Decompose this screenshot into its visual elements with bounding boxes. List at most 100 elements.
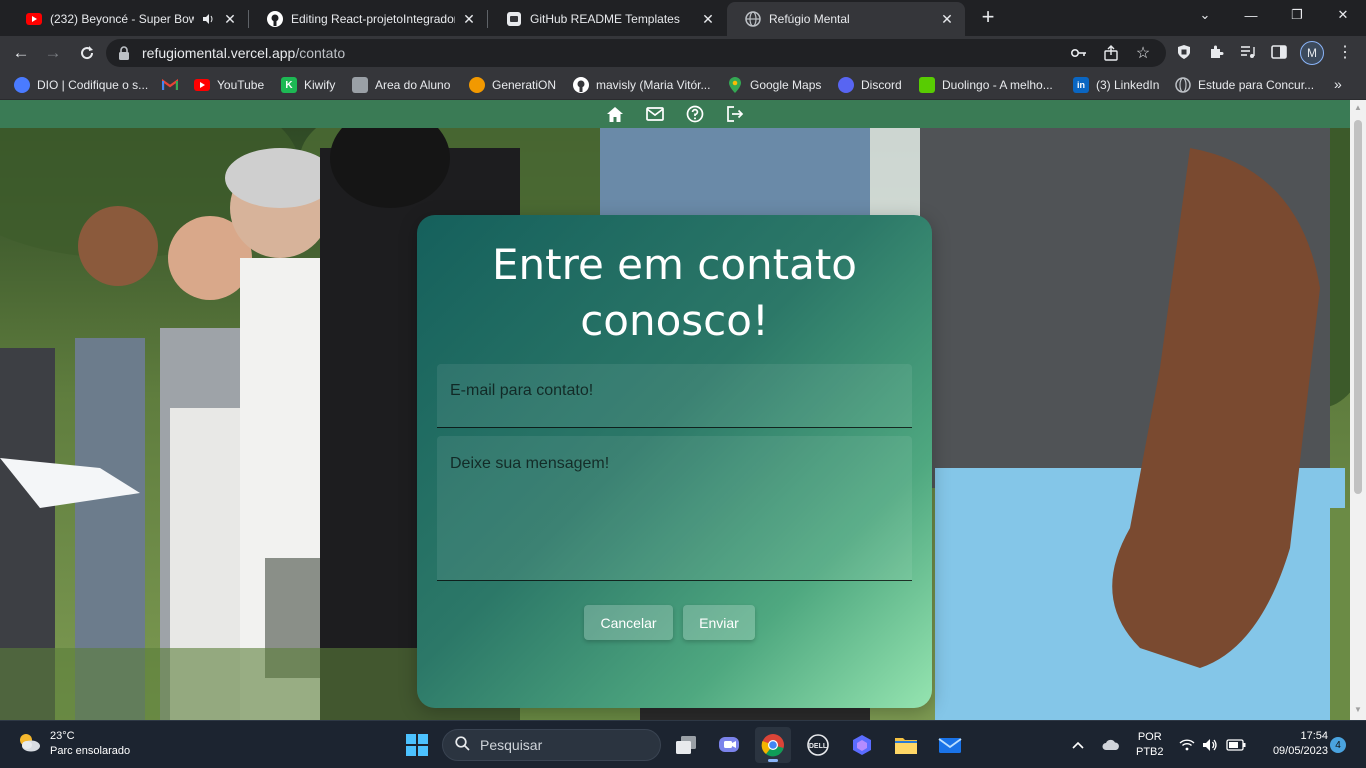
- youtube-icon: [26, 11, 42, 27]
- tab-close-icon[interactable]: ✕: [939, 11, 955, 27]
- help-icon[interactable]: [685, 104, 705, 124]
- url-path: /contato: [295, 45, 346, 61]
- tab-close-icon[interactable]: ✕: [700, 11, 716, 27]
- bookmark-label: Duolingo - A melho...: [942, 78, 1053, 92]
- bookmark-dio[interactable]: DIO | Codifique o s...: [14, 76, 148, 94]
- bookmarks-bar: DIO | Codifique o s... YouTube K Kiwify …: [0, 70, 1366, 100]
- keyboard-language[interactable]: POR PTB2: [1136, 721, 1164, 768]
- github-icon: [573, 77, 589, 93]
- bookmark-duolingo[interactable]: Duolingo - A melho...: [919, 76, 1053, 94]
- logout-icon[interactable]: [725, 104, 745, 124]
- chat-icon: [719, 737, 739, 752]
- tab-title: (232) Beyoncé - Super Bowl: [50, 12, 194, 26]
- weather-temp: 23°C: [50, 730, 75, 742]
- duolingo-icon: [919, 77, 935, 93]
- mail-icon[interactable]: [645, 104, 665, 124]
- tab-refugio-mental[interactable]: Refúgio Mental ✕: [727, 2, 965, 36]
- home-icon[interactable]: [605, 104, 625, 124]
- notification-badge[interactable]: 4: [1330, 737, 1346, 753]
- discord-icon: [838, 77, 854, 93]
- contact-card: Entre em contato conosco! E-mail para co…: [417, 215, 932, 708]
- bookmark-discord[interactable]: Discord: [838, 76, 902, 94]
- file-explorer-button[interactable]: [888, 727, 924, 763]
- maps-icon: [727, 77, 743, 93]
- github-icon: [267, 11, 283, 27]
- forward-button[interactable]: →: [40, 40, 66, 66]
- bookmark-mavisly[interactable]: mavisly (Maria Vitór...: [573, 76, 710, 94]
- tab-title: GitHub README Templates: [530, 12, 680, 26]
- system-clock[interactable]: 17:54 09/05/2023: [1252, 729, 1328, 759]
- reload-button[interactable]: [74, 40, 100, 66]
- restore-button[interactable]: ❐: [1274, 0, 1320, 30]
- back-button[interactable]: ←: [8, 40, 34, 66]
- mail-app-button[interactable]: [932, 727, 968, 763]
- email-field[interactable]: E-mail para contato!: [437, 364, 912, 428]
- teams-chat-button[interactable]: [711, 727, 747, 763]
- minimize-button[interactable]: —: [1228, 0, 1274, 30]
- bookmark-generation[interactable]: GeneratiON: [469, 76, 556, 94]
- tab-github-editing[interactable]: Editing React-projetoIntegrador/ ✕: [249, 2, 487, 36]
- scroll-up-arrow-icon[interactable]: ▲: [1354, 104, 1362, 112]
- bookmark-linkedin[interactable]: in (3) LinkedIn: [1073, 76, 1159, 94]
- battery-icon[interactable]: [1226, 721, 1246, 768]
- send-button[interactable]: Enviar: [683, 605, 755, 640]
- cancel-button[interactable]: Cancelar: [584, 605, 673, 640]
- close-window-button[interactable]: ✕: [1320, 0, 1366, 30]
- bookmark-youtube[interactable]: YouTube: [194, 76, 264, 94]
- tab-close-icon[interactable]: ✕: [461, 11, 477, 27]
- lock-icon[interactable]: [118, 46, 130, 65]
- page-scrollbar[interactable]: ▲ ▼: [1350, 100, 1366, 720]
- folder-icon: [895, 738, 917, 754]
- profile-avatar[interactable]: M: [1300, 41, 1324, 65]
- kiwify-icon: K: [281, 77, 297, 93]
- bookmark-area-aluno[interactable]: Area do Aluno: [352, 76, 450, 94]
- share-icon[interactable]: [1102, 44, 1120, 62]
- windows-logo-icon: [406, 734, 428, 756]
- bookmark-label: Kiwify: [304, 78, 336, 92]
- address-bar[interactable]: refugiomental.vercel.app/contato ☆: [106, 39, 1166, 67]
- taskbar-search[interactable]: Pesquisar: [442, 729, 661, 761]
- bookmark-kiwify[interactable]: K Kiwify: [281, 76, 335, 94]
- bookmark-google-maps[interactable]: Google Maps: [727, 76, 821, 94]
- tab-title: Refúgio Mental: [769, 12, 850, 26]
- message-textarea[interactable]: Deixe sua mensagem!: [437, 436, 912, 581]
- scroll-down-arrow-icon[interactable]: ▼: [1354, 706, 1362, 714]
- wifi-icon[interactable]: [1179, 721, 1195, 768]
- partly-sunny-icon: [16, 730, 42, 759]
- key-icon[interactable]: [1070, 44, 1088, 62]
- task-view-button[interactable]: [668, 727, 704, 763]
- browser-toolbar: ← → refugiomental.vercel.app/contato ☆ M…: [0, 36, 1366, 70]
- tab-close-icon[interactable]: ✕: [222, 11, 238, 27]
- side-panel-icon[interactable]: [1268, 41, 1290, 63]
- dio-icon: [14, 77, 30, 93]
- bookmark-label: Area do Aluno: [375, 78, 451, 92]
- dell-taskbar-button[interactable]: DELL: [800, 727, 836, 763]
- url-text: refugiomental.vercel.app/contato: [142, 45, 345, 61]
- extensions-puzzle-icon[interactable]: [1205, 41, 1227, 63]
- tab-readme-templates[interactable]: GitHub README Templates ✕: [488, 2, 726, 36]
- contact-title: Entre em contato conosco!: [491, 240, 858, 345]
- extension-shield-icon[interactable]: [1173, 41, 1195, 63]
- new-tab-button[interactable]: +: [976, 6, 1000, 30]
- audio-icon[interactable]: [200, 11, 216, 27]
- tab-title: Editing React-projetoIntegrador/: [291, 12, 455, 26]
- start-button[interactable]: [399, 727, 435, 763]
- bookmark-gmail[interactable]: [162, 76, 185, 94]
- more-bookmarks-chevron-icon[interactable]: »: [1334, 76, 1342, 92]
- media-queue-icon[interactable]: [1237, 41, 1259, 63]
- show-hidden-icons-chevron-icon[interactable]: [1072, 721, 1084, 768]
- hexagon-app-icon: [853, 735, 871, 755]
- tab-beyonce[interactable]: (232) Beyoncé - Super Bowl ✕: [8, 2, 248, 36]
- copilot-taskbar-button[interactable]: [844, 727, 880, 763]
- bookmark-star-icon[interactable]: ☆: [1134, 44, 1152, 62]
- scrollbar-thumb[interactable]: [1354, 120, 1362, 494]
- volume-icon[interactable]: [1202, 721, 1218, 768]
- gmail-icon: [162, 77, 178, 93]
- menu-kebab-icon[interactable]: ⋮: [1334, 41, 1356, 63]
- bookmark-estude-concursos[interactable]: Estude para Concur...: [1175, 76, 1314, 94]
- weather-widget[interactable]: 23°C Parc ensolarado: [16, 729, 130, 759]
- onedrive-cloud-icon[interactable]: [1102, 721, 1120, 768]
- tab-search-chevron-icon[interactable]: ⌄: [1182, 0, 1228, 30]
- area-aluno-icon: [352, 77, 368, 93]
- chrome-taskbar-button[interactable]: [755, 727, 791, 763]
